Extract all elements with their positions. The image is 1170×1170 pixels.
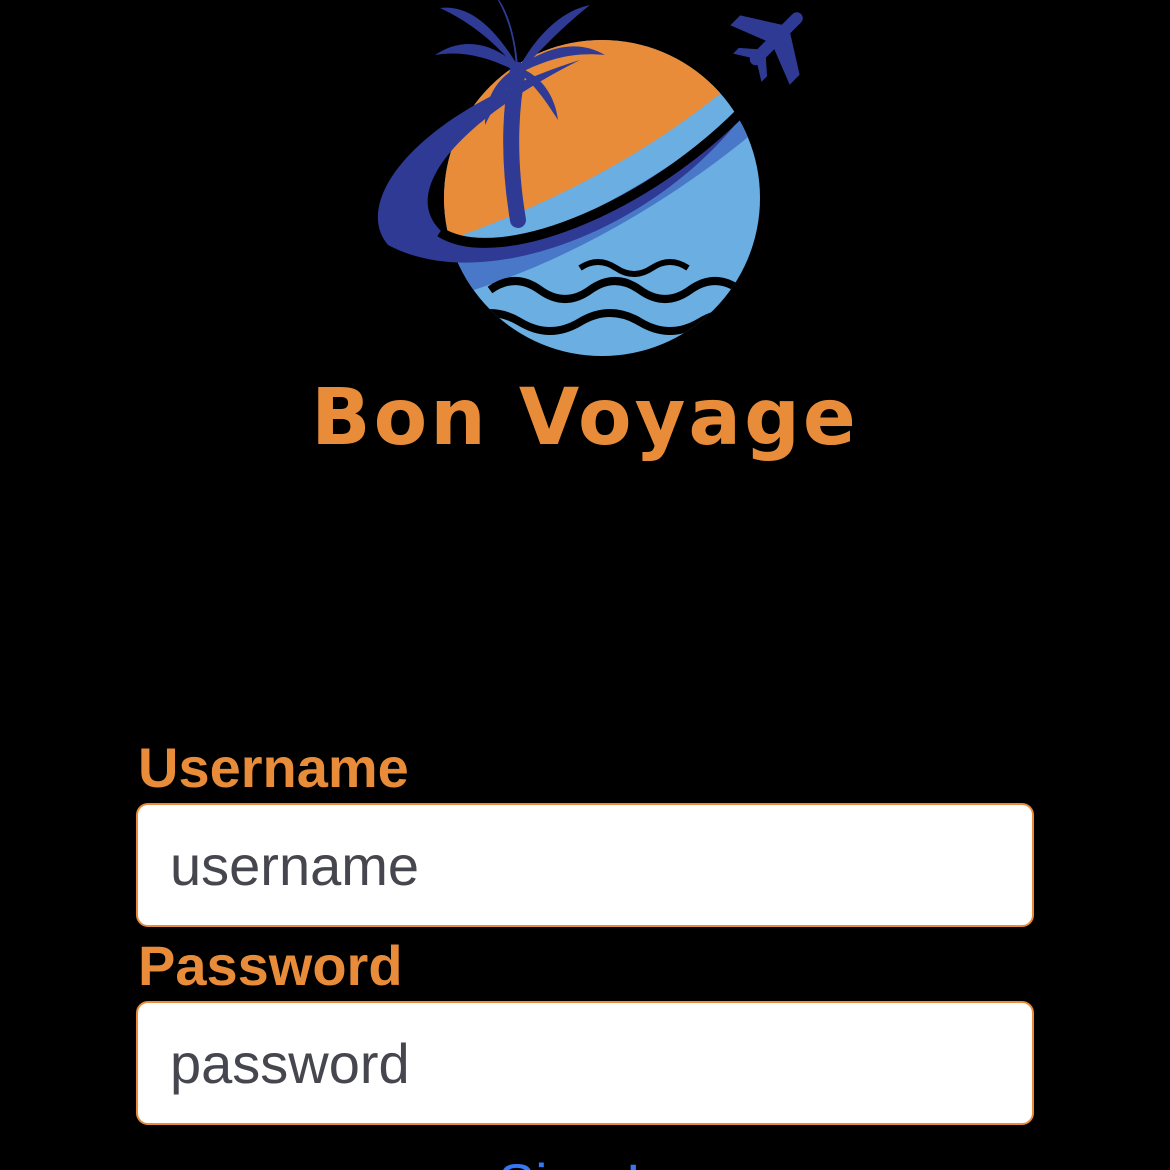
username-label: Username [138, 736, 409, 799]
password-input[interactable] [136, 1001, 1034, 1125]
password-label: Password [138, 934, 403, 997]
sign-in-button[interactable]: Sign In [0, 1152, 1170, 1170]
app-title: Bon Voyage [311, 373, 859, 463]
username-input[interactable] [136, 803, 1034, 927]
bon-voyage-logo-icon [377, 0, 803, 356]
login-screen: Bon Voyage Username Password Sign In [0, 0, 1170, 1170]
